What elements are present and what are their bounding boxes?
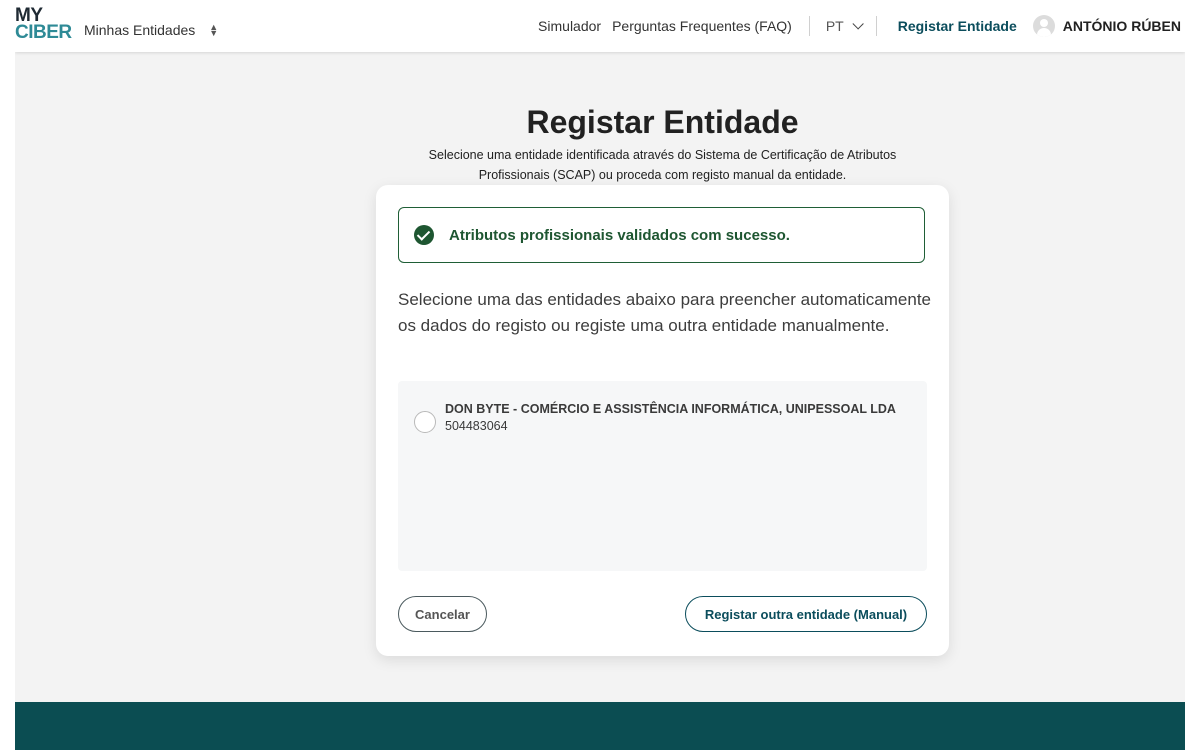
instructions-text: Selecione uma das entidades abaixo para … bbox=[398, 290, 932, 335]
check-circle-icon bbox=[414, 225, 434, 245]
top-navigation-bar: MY CIBER Minhas Entidades ▲ ▼ Simulador P… bbox=[15, 0, 1185, 52]
entity-name: DON BYTE - COMÉRCIO E ASSISTÊNCIA INFORM… bbox=[445, 402, 896, 416]
entities-switcher[interactable]: Minhas Entidades ▲ ▼ bbox=[84, 22, 219, 38]
user-name: ANTÓNIO RÚBEN bbox=[1062, 18, 1181, 34]
register-entity-card: Atributos profissionais validados com su… bbox=[376, 185, 949, 656]
entity-nif: 504483064 bbox=[445, 418, 508, 433]
entity-details: DON BYTE - COMÉRCIO E ASSISTÊNCIA INFORM… bbox=[445, 402, 905, 433]
register-entity-link[interactable]: Registar Entidade bbox=[898, 18, 1017, 34]
success-alert: Atributos profissionais validados com su… bbox=[398, 207, 925, 263]
nav-divider bbox=[875, 16, 877, 36]
language-selector[interactable]: PT bbox=[810, 18, 876, 34]
header-right-nav: Simulador Perguntas Frequentes (FAQ) PT … bbox=[538, 0, 1185, 52]
page-title: Registar Entidade bbox=[526, 104, 799, 140]
user-menu[interactable]: ANTÓNIO RÚBEN bbox=[1032, 15, 1185, 37]
cancel-button[interactable]: Cancelar bbox=[398, 596, 487, 632]
up-down-chevron-icon: ▲ ▼ bbox=[209, 22, 219, 38]
entity-list: DON BYTE - COMÉRCIO E ASSISTÊNCIA INFORM… bbox=[398, 381, 927, 571]
entities-switcher-label: Minhas Entidades bbox=[84, 22, 196, 38]
success-alert-message: Atributos profissionais validados com su… bbox=[449, 226, 790, 244]
page: MY CIBER Minhas Entidades ▲ ▼ Simulador P… bbox=[15, 0, 1185, 750]
simulator-link[interactable]: Simulador bbox=[538, 18, 601, 34]
chevron-down-icon bbox=[852, 18, 864, 30]
logo-line-2: CIBER bbox=[15, 22, 72, 43]
entity-radio-button[interactable] bbox=[414, 411, 436, 433]
register-manual-button[interactable]: Registar outra entidade (Manual) bbox=[685, 596, 927, 632]
page-subtitle: Selecione uma entidade identificada atra… bbox=[428, 148, 897, 182]
entity-option[interactable]: DON BYTE - COMÉRCIO E ASSISTÊNCIA INFORM… bbox=[414, 402, 914, 433]
language-label: PT bbox=[825, 18, 844, 34]
footer bbox=[15, 702, 1185, 750]
myciber-logo[interactable]: MY CIBER bbox=[15, 6, 75, 43]
faq-link[interactable]: Perguntas Frequentes (FAQ) bbox=[612, 18, 792, 34]
avatar-icon bbox=[1032, 15, 1055, 37]
